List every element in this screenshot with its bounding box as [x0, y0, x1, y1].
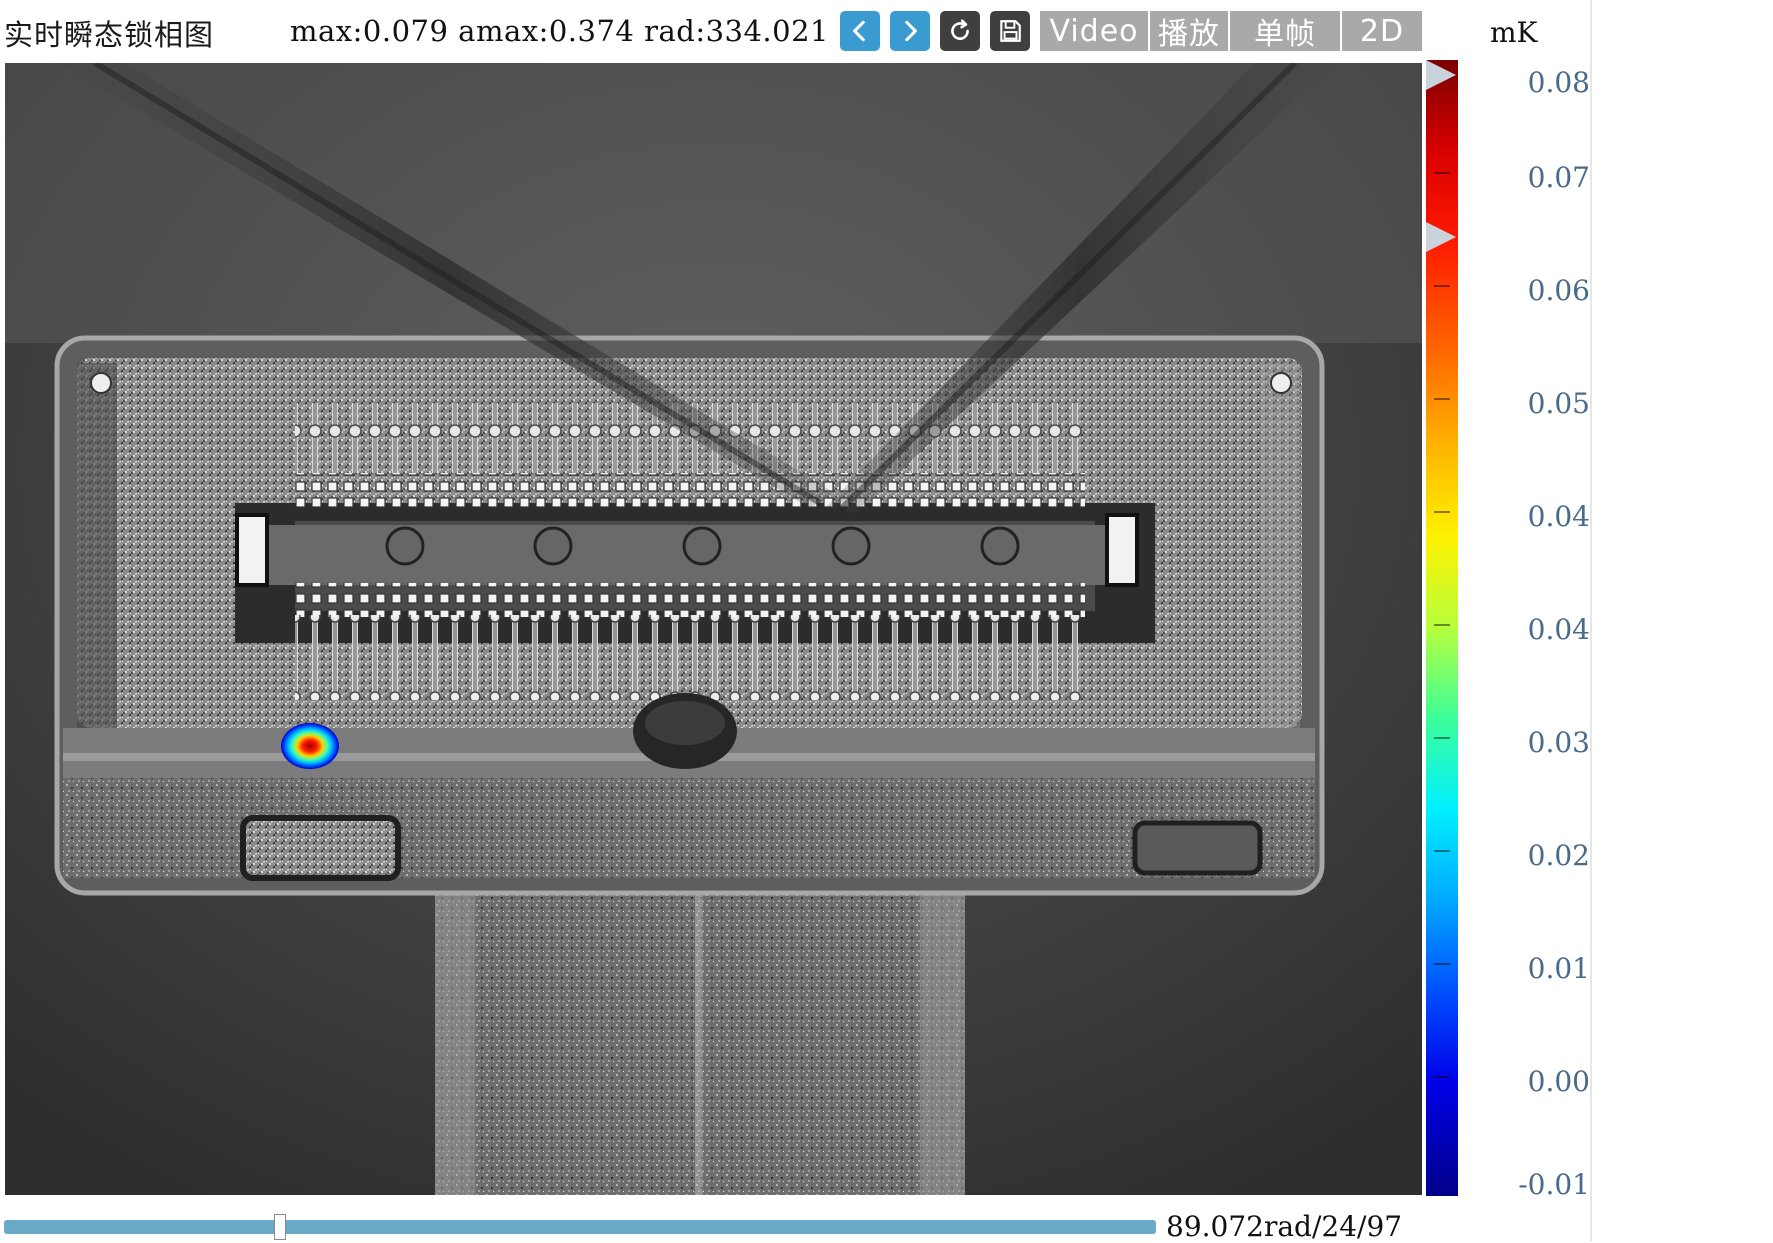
- frame-slider-track[interactable]: [4, 1220, 1156, 1234]
- colorbar-tick: [1434, 285, 1450, 287]
- colorbar-tick: [1434, 398, 1450, 400]
- lockin-image-viewer[interactable]: [5, 63, 1422, 1195]
- colorbar-label: 0.08: [1527, 66, 1590, 99]
- colorbar-tick: [1434, 1076, 1450, 1078]
- save-icon: [1000, 20, 1021, 42]
- colorbar-label: 0.03: [1527, 726, 1590, 759]
- chevron-left-icon: [853, 20, 865, 42]
- prev-frame-button[interactable]: [840, 11, 880, 51]
- panel-divider: [1590, 0, 1592, 1241]
- colorbar: [1426, 60, 1458, 1196]
- colorbar-label: 0.04: [1527, 500, 1590, 533]
- colorbar-label: 0.07: [1527, 161, 1590, 194]
- chevron-right-icon: [905, 20, 917, 42]
- colorbar-label: 0.05: [1527, 387, 1590, 420]
- tab-video[interactable]: Video: [1040, 11, 1150, 51]
- colorbar-unit: mK: [1490, 16, 1538, 49]
- colorbar-tick: [1434, 624, 1450, 626]
- colorbar-tick: [1434, 850, 1450, 852]
- tab-single-frame[interactable]: 单帧: [1230, 11, 1342, 52]
- refresh-icon: [951, 19, 969, 40]
- colorbar-label: 0.06: [1527, 274, 1590, 307]
- colorbar-tick: [1434, 963, 1450, 965]
- hotspot-marker: [281, 723, 339, 769]
- tab-play[interactable]: 播放: [1150, 11, 1230, 52]
- colorbar-tick: [1434, 737, 1450, 739]
- save-button[interactable]: [990, 11, 1030, 51]
- tab-2d[interactable]: 2D: [1342, 11, 1422, 51]
- colorbar-label: 0.01: [1527, 952, 1590, 985]
- chip-image: [5, 63, 1422, 1195]
- colorbar-label: -0.01: [1518, 1168, 1590, 1201]
- stats-readout: max:0.079 amax:0.374 rad:334.021: [290, 14, 830, 48]
- colorbar-label: 0.00: [1527, 1065, 1590, 1098]
- refresh-button[interactable]: [940, 11, 980, 51]
- next-frame-button[interactable]: [890, 11, 930, 51]
- colorbar-min-marker[interactable]: [1426, 222, 1456, 252]
- frame-slider-thumb[interactable]: [274, 1214, 287, 1240]
- colorbar-label: 0.04: [1527, 613, 1590, 646]
- colorbar-tick: [1434, 511, 1450, 513]
- frame-info: 89.072rad/24/97: [1166, 1210, 1403, 1243]
- colorbar-label: 0.02: [1527, 839, 1590, 872]
- toolbar: 实时瞬态锁相图 max:0.079 amax:0.374 rad:334.021…: [0, 0, 1590, 62]
- colorbar-max-marker[interactable]: [1426, 60, 1456, 90]
- colorbar-tick: [1434, 172, 1450, 174]
- window-title: 实时瞬态锁相图: [4, 18, 215, 52]
